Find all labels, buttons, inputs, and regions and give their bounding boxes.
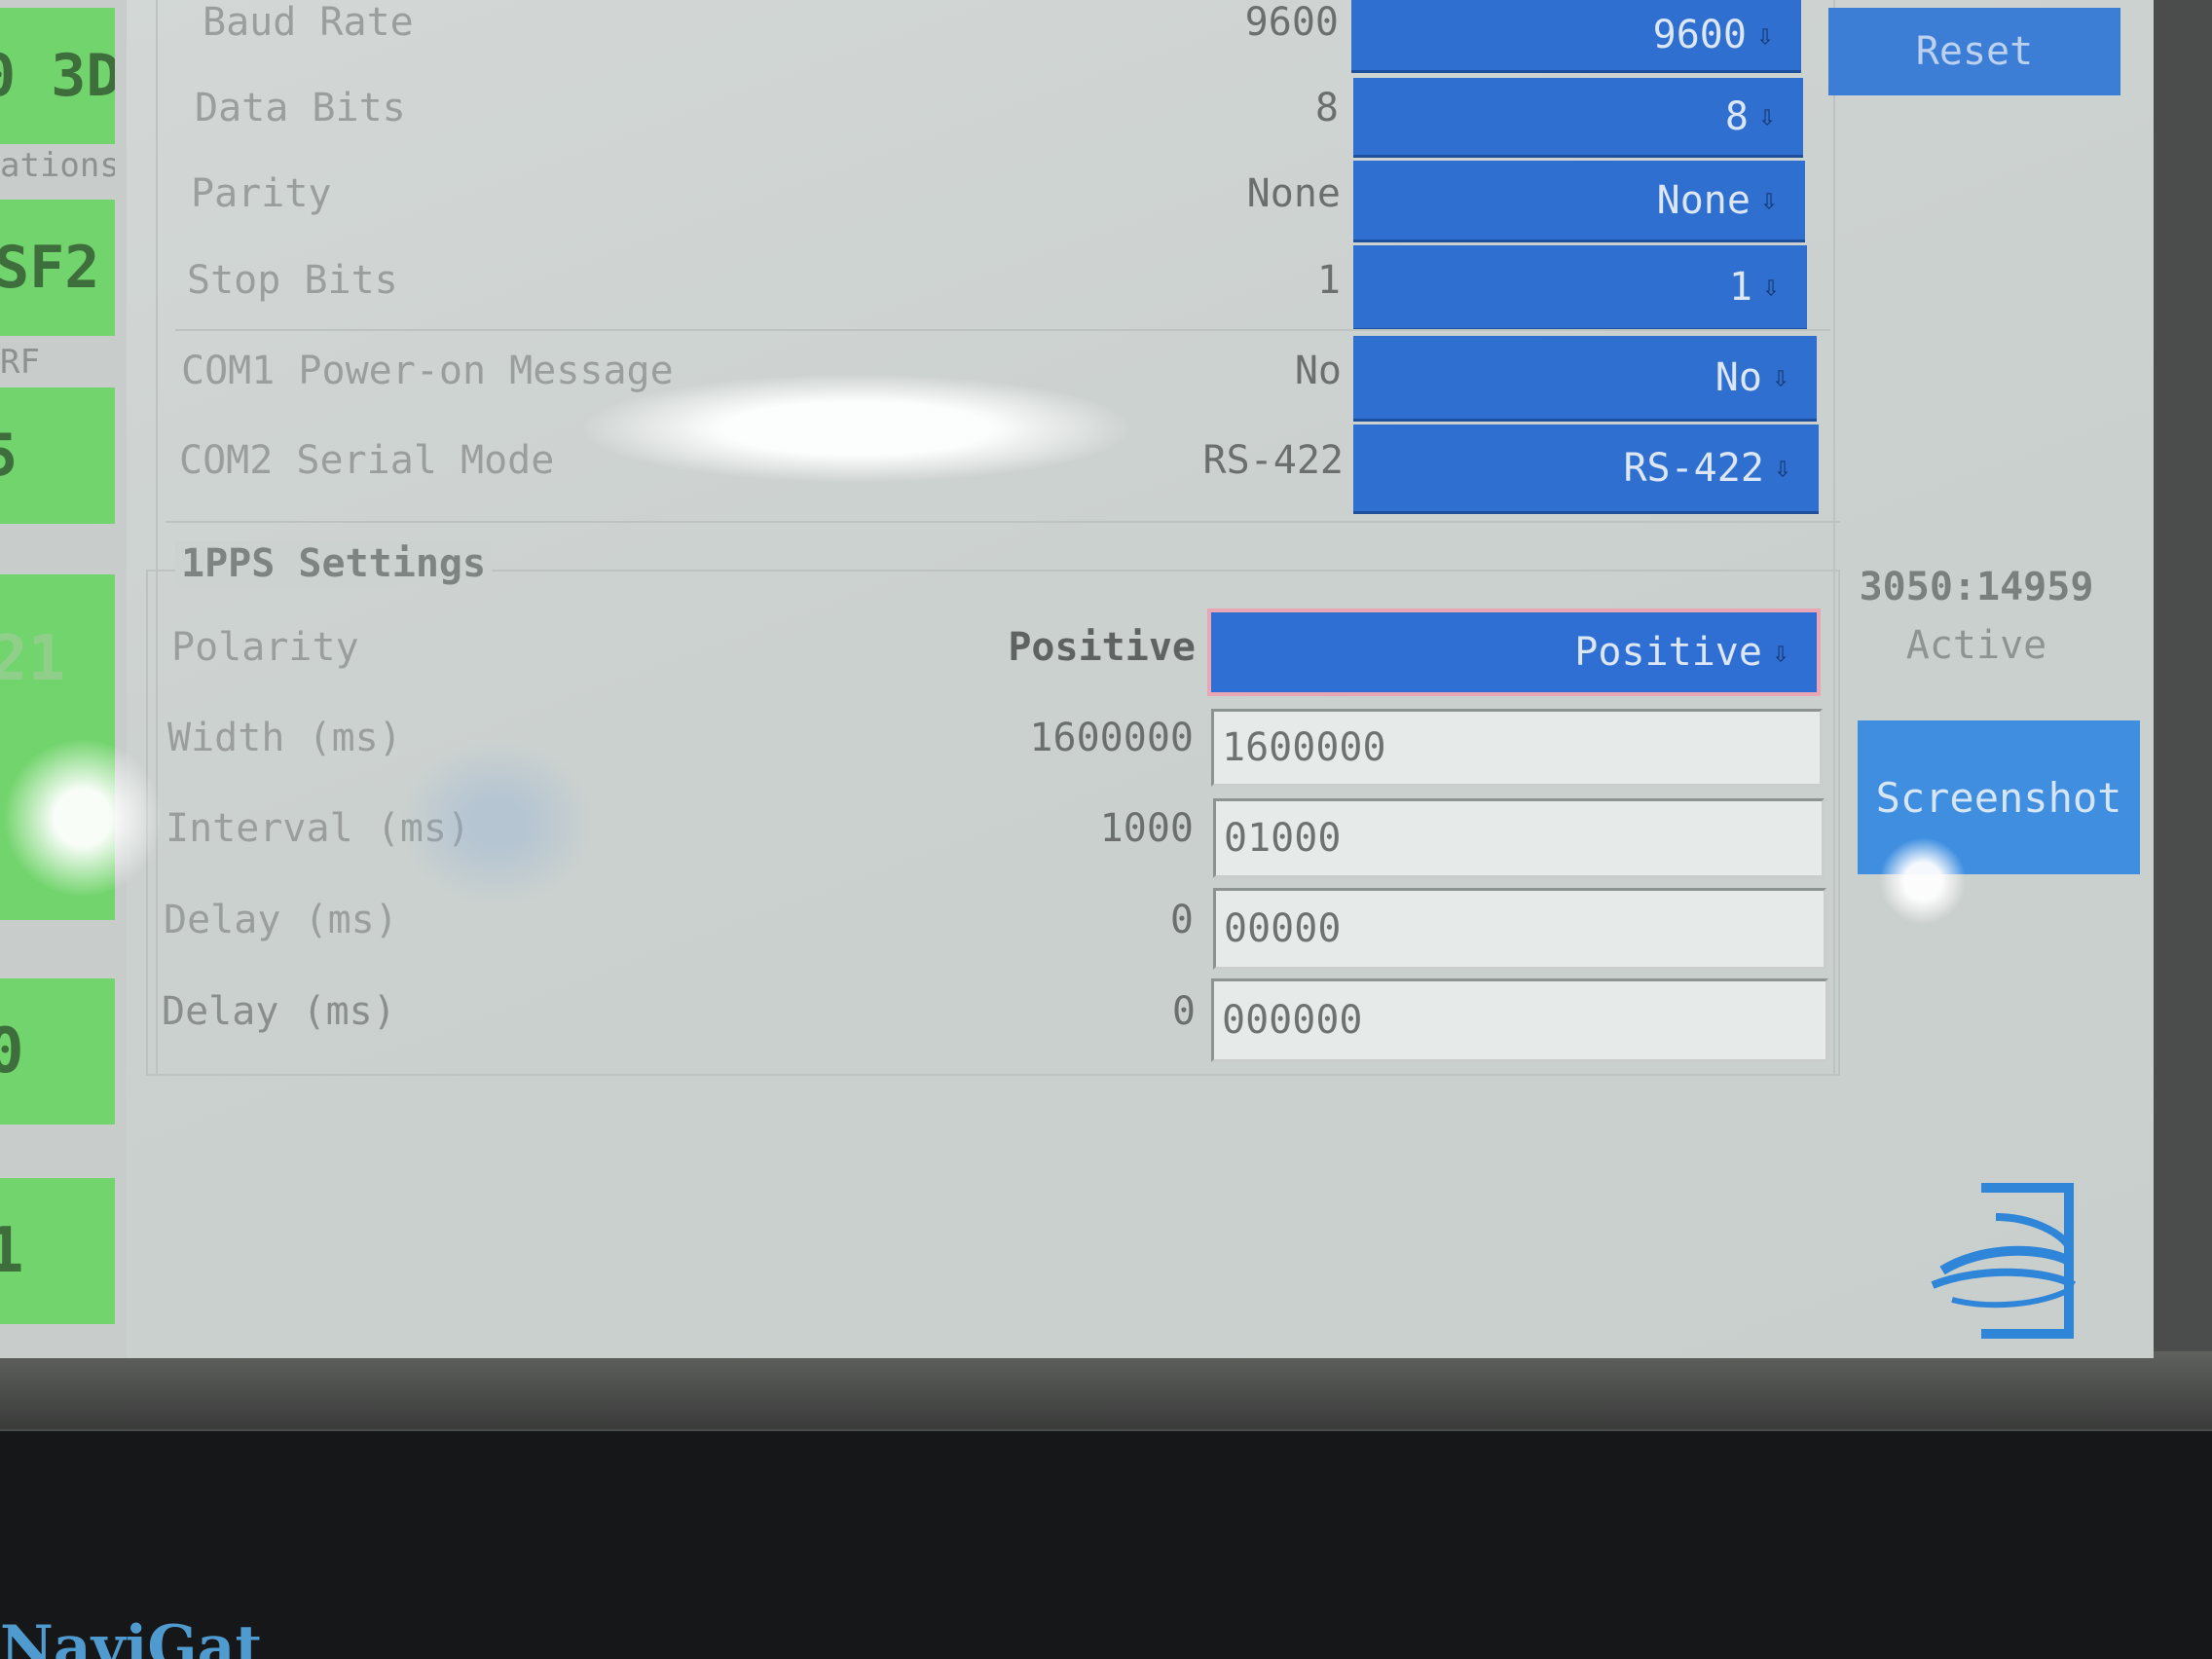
- polarity-dropdown[interactable]: Positive ⇩: [1207, 608, 1821, 696]
- delay-label: Delay (ms): [164, 898, 398, 942]
- counter-tile-b[interactable]: 1: [0, 1178, 115, 1324]
- gps-status-text: Active: [1905, 623, 2047, 668]
- com1-power-on-label: COM1 Power-on Message: [181, 349, 674, 393]
- com2-serial-mode-value: RS-422: [1202, 438, 1345, 483]
- fix-status-text: 0 3D: [0, 42, 115, 110]
- baud-rate-dropdown[interactable]: 9600 ⇩: [1351, 0, 1801, 73]
- sf-status-text: SF2: [0, 234, 100, 302]
- status-caption-stations: ations: [0, 146, 115, 185]
- data-bits-label: Data Bits: [195, 86, 406, 130]
- down-arrow-icon: ⇩: [1771, 635, 1789, 670]
- device-brand-text: NaviGat: [0, 1618, 263, 1659]
- interval-value: 1000: [1099, 806, 1194, 851]
- row-divider: [175, 329, 1830, 331]
- com1-power-on-dropdown[interactable]: No ⇩: [1353, 336, 1817, 422]
- signal-text: 21: [0, 623, 66, 695]
- status-column: 0 3D ations SF2 RF 5 21 0 1: [0, 0, 127, 1358]
- interval-input[interactable]: 01000: [1213, 798, 1825, 878]
- com2-serial-mode-label: COM2 Serial Mode: [179, 438, 555, 483]
- parity-label: Parity: [191, 171, 332, 216]
- parity-value: None: [1246, 171, 1341, 216]
- width-input[interactable]: 1600000: [1211, 709, 1823, 787]
- status-caption-rf: RF: [0, 343, 40, 382]
- baud-rate-value: 9600: [1244, 0, 1339, 45]
- down-arrow-icon: ⇩: [1759, 183, 1778, 217]
- screenshot-button[interactable]: Screenshot: [1858, 720, 2140, 874]
- swirl-logo-icon: [1931, 1183, 2077, 1339]
- counter-text-b: 1: [0, 1215, 24, 1287]
- down-arrow-icon: ⇩: [1755, 18, 1774, 53]
- delay-label-2: Delay (ms): [162, 989, 396, 1034]
- data-bits-dropdown[interactable]: 8 ⇩: [1353, 78, 1803, 158]
- parity-dropdown[interactable]: None ⇩: [1353, 161, 1805, 242]
- baud-rate-label: Baud Rate: [203, 0, 414, 45]
- pps-section-title: 1PPS Settings: [175, 541, 493, 586]
- stop-bits-label: Stop Bits: [187, 258, 398, 303]
- polarity-selected: Positive: [1574, 630, 1762, 675]
- counter-tile-a[interactable]: 0: [0, 978, 115, 1124]
- down-arrow-icon: ⇩: [1761, 270, 1780, 304]
- counter-text-a: 0: [0, 1015, 24, 1088]
- fix-status-tile[interactable]: 0 3D: [0, 8, 115, 144]
- gps-time-readout: 3050:14959: [1859, 565, 2094, 609]
- panel-divider: [166, 521, 1840, 523]
- com2-serial-mode-dropdown[interactable]: RS-422 ⇩: [1353, 424, 1819, 514]
- satellite-count-text: 5: [0, 422, 18, 490]
- down-arrow-icon: ⇩: [1773, 451, 1791, 485]
- com2-serial-mode-selected: RS-422: [1623, 445, 1764, 491]
- stop-bits-selected: 1: [1728, 264, 1752, 310]
- width-label: Width (ms): [167, 716, 402, 760]
- sf-status-tile[interactable]: SF2: [0, 200, 115, 336]
- signal-tile[interactable]: 21: [0, 574, 115, 920]
- delay-input[interactable]: 00000: [1213, 888, 1826, 970]
- interval-label: Interval (ms): [166, 806, 471, 851]
- width-value: 1600000: [1029, 716, 1194, 760]
- stop-bits-dropdown[interactable]: 1 ⇩: [1353, 245, 1807, 331]
- delay-input-2[interactable]: 000000: [1211, 978, 1828, 1062]
- com1-power-on-selected: No: [1714, 354, 1762, 400]
- down-arrow-icon: ⇩: [1771, 360, 1789, 394]
- stop-bits-value: 1: [1316, 258, 1341, 303]
- device-screen: 0 3D ations SF2 RF 5 21 0 1 Baud Rate 96…: [0, 0, 2154, 1358]
- delay-value: 0: [1169, 898, 1194, 942]
- data-bits-selected: 8: [1724, 93, 1749, 139]
- polarity-label: Polarity: [171, 625, 359, 670]
- down-arrow-icon: ⇩: [1757, 99, 1776, 133]
- parity-selected: None: [1656, 177, 1751, 223]
- satellite-count-tile[interactable]: 5: [0, 387, 115, 524]
- data-bits-value: 8: [1314, 86, 1339, 130]
- baud-rate-selected: 9600: [1652, 13, 1747, 57]
- delay-value-2: 0: [1171, 989, 1196, 1034]
- polarity-value: Positive: [1008, 625, 1196, 670]
- reset-button[interactable]: Reset: [1828, 8, 2120, 95]
- bezel-frame-bottom: [0, 1351, 2212, 1429]
- com1-power-on-value: No: [1294, 349, 1342, 393]
